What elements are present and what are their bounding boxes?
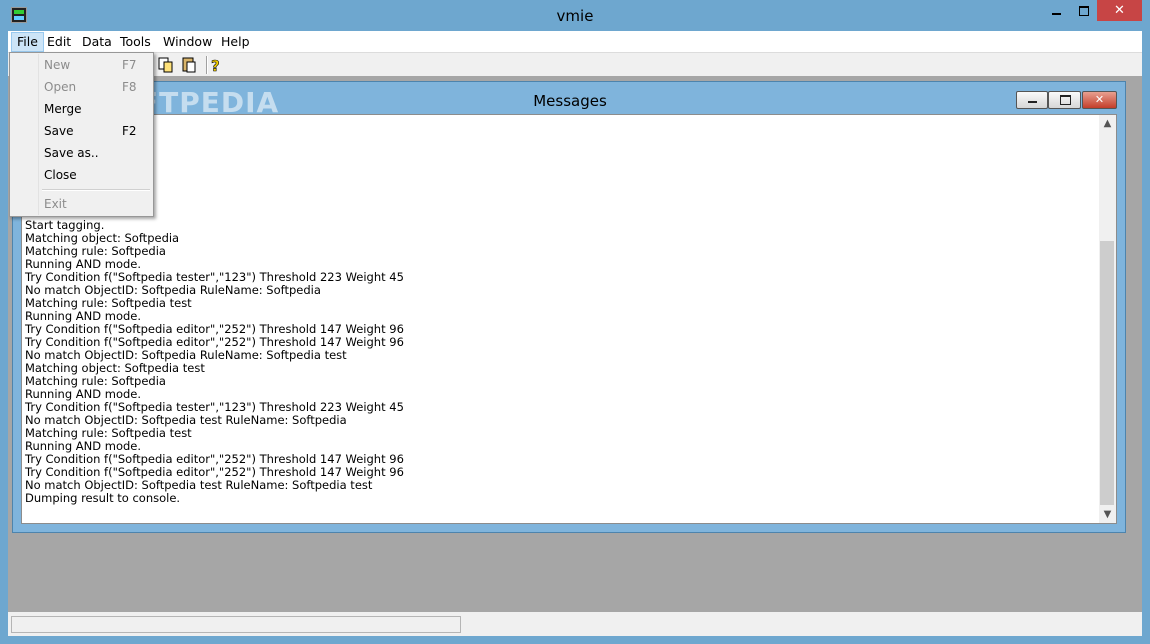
close-button[interactable]: ✕ xyxy=(1097,0,1142,21)
file-menu-dropdown: New F7 Open F8 Merge Save F2 Save as.. C… xyxy=(9,52,154,217)
message-line: form. xyxy=(25,180,1095,193)
menu-item-label: New xyxy=(44,58,71,72)
menu-item-save[interactable]: Save F2 xyxy=(12,120,151,142)
menu-item-close[interactable]: Close xyxy=(12,164,151,186)
copy-form-icon[interactable] xyxy=(158,57,174,73)
messages-restore-button[interactable] xyxy=(1048,91,1081,109)
menu-item-label: Exit xyxy=(44,197,67,211)
menu-item-label: Save as.. xyxy=(44,146,99,160)
menu-item-shortcut: F7 xyxy=(122,58,137,72)
menu-tools[interactable]: Tools xyxy=(115,33,156,51)
menu-item-exit[interactable]: Exit xyxy=(12,193,151,215)
message-line: Matching object: Softpedia xyxy=(25,231,180,245)
message-line: cts. xyxy=(25,206,1095,219)
vertical-scrollbar[interactable]: ▲ ▼ xyxy=(1099,115,1116,523)
app-window: vmie ✕ File Edit Data Tools Window Help … xyxy=(0,0,1150,644)
message-line: Start tagging. xyxy=(25,218,105,232)
svg-text:?: ? xyxy=(211,57,220,73)
menu-item-save-as[interactable]: Save as.. xyxy=(12,142,151,164)
scroll-thumb[interactable] xyxy=(1100,241,1114,505)
message-line: ew form. xyxy=(25,141,1095,154)
message-line: Matching rule: Softpedia test xyxy=(25,426,192,440)
scroll-up-arrow-icon[interactable]: ▲ xyxy=(1099,115,1116,132)
menu-help[interactable]: Help xyxy=(216,33,255,51)
menu-item-shortcut: F8 xyxy=(122,80,137,94)
message-line: form. xyxy=(25,167,1095,180)
title-bar[interactable]: vmie ✕ xyxy=(0,0,1150,31)
menu-item-label: Merge xyxy=(44,102,82,116)
message-line: ches. xyxy=(25,193,1095,206)
message-line: Matching rule: Softpedia test xyxy=(25,296,192,310)
help-icon[interactable]: ? xyxy=(207,57,223,76)
messages-minimize-button[interactable] xyxy=(1016,91,1048,109)
scroll-down-arrow-icon[interactable]: ▼ xyxy=(1099,506,1116,523)
paste-form-icon[interactable] xyxy=(181,57,197,73)
messages-log-lines: ew form.form.ew form.formform.form.ches.… xyxy=(25,115,1095,505)
message-line: form. xyxy=(25,128,1095,141)
message-line: form xyxy=(25,154,1095,167)
message-line: Dumping result to console. xyxy=(25,491,181,505)
menu-item-merge[interactable]: Merge xyxy=(12,98,151,120)
messages-log[interactable]: ew form.form.ew form.formform.form.ches.… xyxy=(21,114,1117,524)
menu-item-label: Open xyxy=(44,80,77,94)
menu-bar: File Edit Data Tools Window Help xyxy=(8,31,1142,52)
menu-data[interactable]: Data xyxy=(77,33,117,51)
status-panel xyxy=(11,616,461,633)
messages-window: Messages ew form.form.ew form.formform.f… xyxy=(12,81,1126,533)
menu-item-shortcut: F2 xyxy=(122,124,137,138)
menu-item-label: Save xyxy=(44,124,74,138)
menu-item-label: Close xyxy=(44,168,77,182)
status-bar xyxy=(8,612,1142,636)
menu-edit[interactable]: Edit xyxy=(42,33,76,51)
menu-file[interactable]: File xyxy=(11,32,44,52)
message-line: Matching object: Softpedia test xyxy=(25,361,205,375)
message-line: Matching rule: Softpedia xyxy=(25,374,166,388)
message-line: No match ObjectID: Softpedia test RuleNa… xyxy=(25,478,373,492)
menu-item-new[interactable]: New F7 xyxy=(12,54,151,76)
menu-window[interactable]: Window xyxy=(158,33,217,51)
menu-separator xyxy=(42,189,150,191)
message-line: Matching rule: Softpedia xyxy=(25,244,166,258)
window-title: vmie xyxy=(556,7,594,25)
minimize-button[interactable] xyxy=(1043,0,1070,21)
maximize-button[interactable] xyxy=(1070,0,1097,21)
messages-close-button[interactable] xyxy=(1082,91,1117,109)
toolbar: ? xyxy=(8,52,1142,77)
menu-item-open[interactable]: Open F8 xyxy=(12,76,151,98)
